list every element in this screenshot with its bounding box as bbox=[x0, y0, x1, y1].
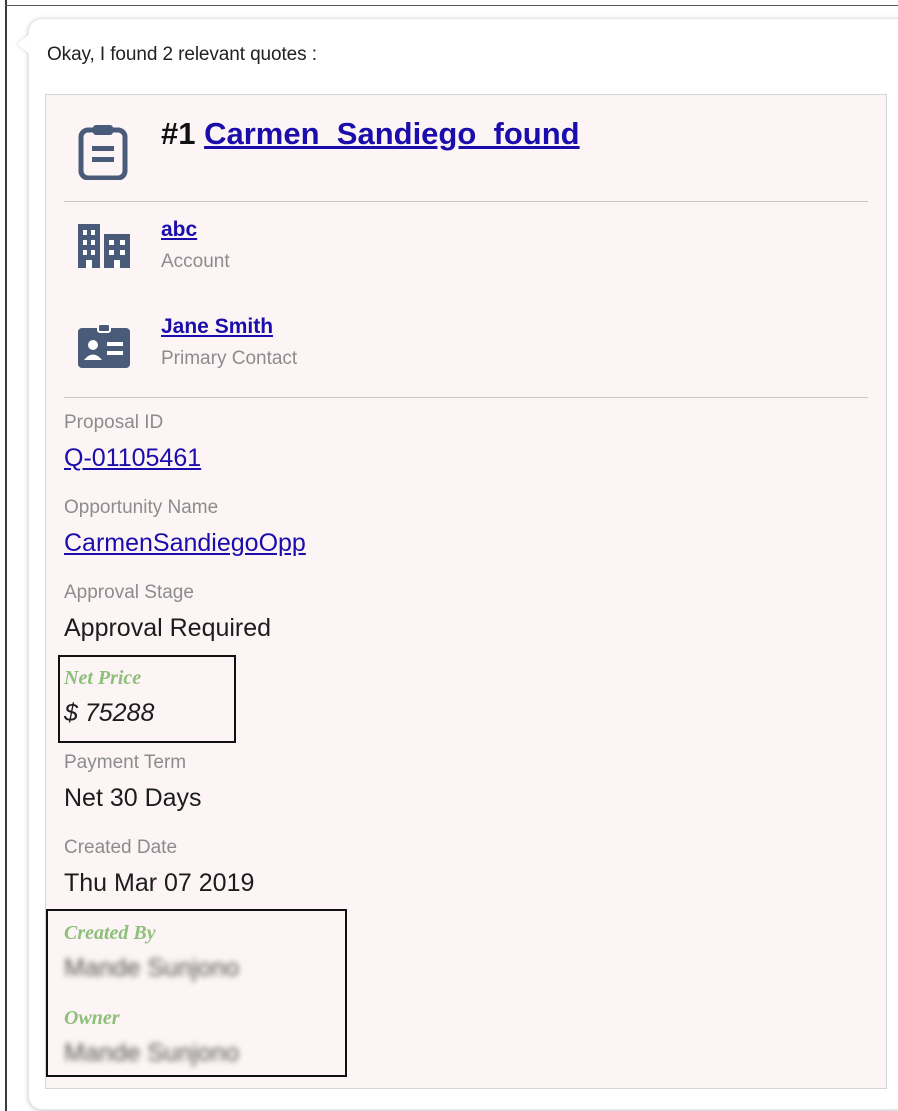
quote-name-link[interactable]: Carmen_Sandiego_found bbox=[204, 116, 580, 151]
chat-bubble-tail bbox=[17, 34, 29, 54]
proposal-id-link[interactable]: Q-01105461 bbox=[64, 444, 201, 473]
building-icon bbox=[78, 224, 130, 268]
highlight-box-created-by-owner bbox=[46, 909, 347, 1077]
payment-term-label: Payment Term bbox=[64, 752, 187, 773]
contact-card-icon bbox=[78, 323, 130, 368]
primary-contact-link[interactable]: Jane Smith bbox=[161, 315, 273, 339]
quote-title: #1 Carmen_Sandiego_found bbox=[161, 116, 580, 152]
window-left-border bbox=[5, 0, 7, 1111]
divider bbox=[64, 201, 868, 202]
window-top-border bbox=[5, 5, 898, 6]
divider bbox=[64, 397, 868, 398]
opportunity-name-label: Opportunity Name bbox=[64, 497, 219, 518]
highlight-box-net-price bbox=[58, 655, 236, 743]
bot-message-text: Okay, I found 2 relevant quotes : bbox=[47, 44, 317, 65]
opportunity-name-link[interactable]: CarmenSandiegoOpp bbox=[64, 529, 306, 558]
approval-stage-value: Approval Required bbox=[64, 614, 272, 642]
quote-number: #1 bbox=[161, 116, 196, 151]
created-date-label: Created Date bbox=[64, 837, 178, 858]
primary-contact-label: Primary Contact bbox=[161, 348, 298, 369]
payment-term-value: Net 30 Days bbox=[64, 784, 202, 812]
approval-stage-label: Approval Stage bbox=[64, 582, 194, 603]
proposal-id-label: Proposal ID bbox=[64, 412, 164, 433]
account-label: Account bbox=[161, 251, 230, 272]
clipboard-icon bbox=[78, 125, 128, 180]
created-date-value: Thu Mar 07 2019 bbox=[64, 869, 255, 897]
account-link[interactable]: abc bbox=[161, 218, 197, 242]
